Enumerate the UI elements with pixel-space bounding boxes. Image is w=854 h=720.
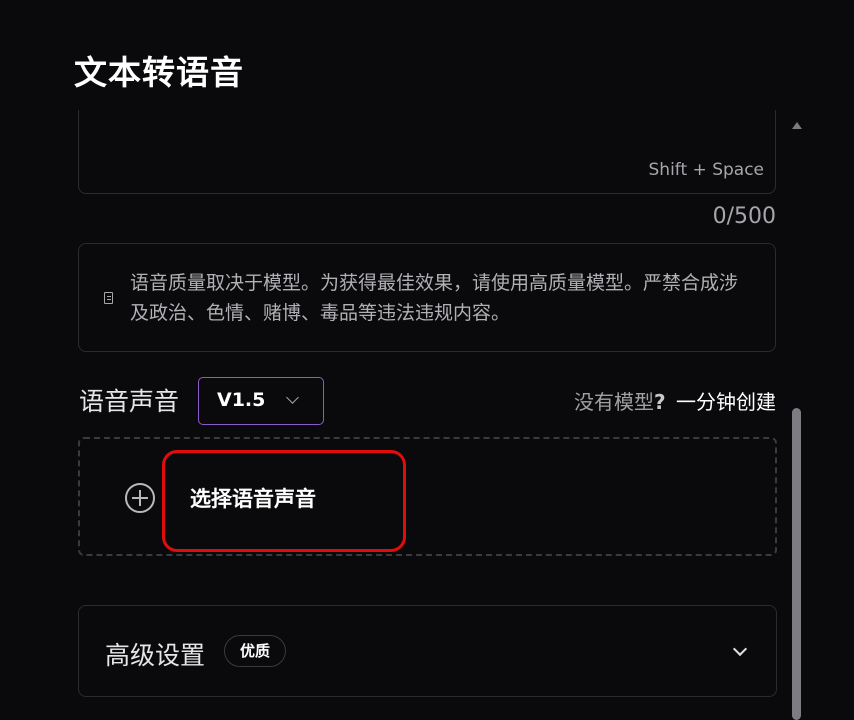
document-icon (104, 292, 113, 304)
character-counter: 0/500 (712, 204, 776, 229)
notice-text: 语音质量取决于模型。为获得最佳效果，请使用高质量模型。严禁合成涉及政治、色情、赌… (130, 272, 739, 324)
voice-section-label: 语音声音 (79, 387, 180, 416)
scroll-up-arrow-icon[interactable] (792, 122, 802, 129)
plus-circle-icon[interactable] (125, 483, 155, 513)
version-dropdown[interactable]: V1.5 (198, 377, 324, 425)
scrollbar-thumb[interactable] (792, 408, 801, 720)
text-input-area[interactable]: Shift + Space (78, 110, 776, 194)
advanced-settings-panel[interactable]: 高级设置 优质 (78, 605, 777, 697)
notice-box: 语音质量取决于模型。为获得最佳效果，请使用高质量模型。严禁合成涉及政治、色情、赌… (78, 243, 776, 352)
shortcut-hint: Shift + Space (648, 160, 765, 180)
quality-badge: 优质 (224, 635, 287, 667)
chevron-down-icon[interactable] (732, 641, 748, 657)
highlight-annotation (162, 450, 406, 552)
version-value: V1.5 (217, 389, 266, 411)
advanced-settings-label: 高级设置 (105, 641, 206, 670)
text-to-speech-page: 文本转语音 Shift + Space 0/500 语音质量取决于模型。为获得最… (0, 0, 854, 720)
question-mark: ? (654, 390, 666, 414)
no-model-text: 没有模型 (574, 390, 655, 414)
chevron-down-icon (286, 391, 299, 404)
page-title: 文本转语音 (74, 53, 244, 92)
create-model-link[interactable]: 一分钟创建 (676, 390, 776, 414)
no-model-prompt: 没有模型? 一分钟创建 (574, 386, 776, 415)
